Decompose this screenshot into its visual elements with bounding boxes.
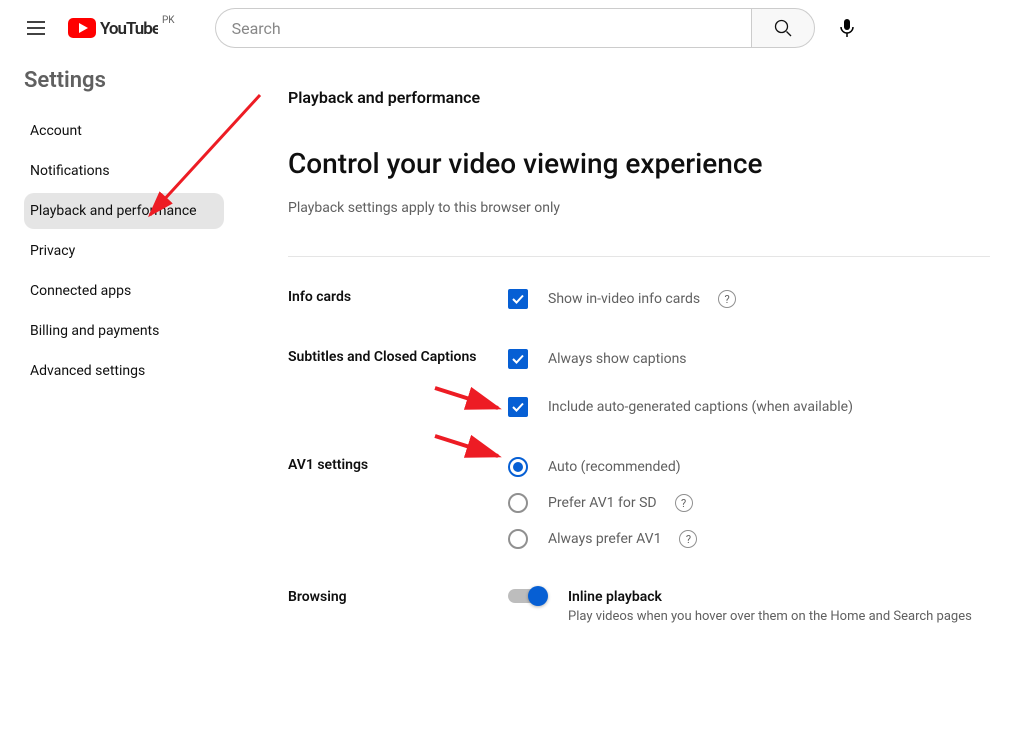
help-icon[interactable]: ? [675, 494, 693, 512]
main: Playback and performance Control your vi… [240, 56, 990, 664]
radio-av1-sd[interactable] [508, 493, 528, 513]
toggle-title: Inline playback [568, 589, 972, 605]
country-code: PK [162, 15, 175, 26]
setting-controls: Inline playback Play videos when you hov… [508, 589, 990, 624]
help-icon[interactable]: ? [679, 530, 697, 548]
microphone-icon [835, 16, 859, 40]
search-form [215, 8, 815, 48]
sidebar-item-notifications[interactable]: Notifications [24, 153, 224, 189]
control-row: Auto (recommended) [508, 457, 990, 477]
control-label: Include auto-generated captions (when av… [548, 399, 853, 415]
control-row: Show in-video info cards ? [508, 289, 990, 309]
voice-search-button[interactable] [827, 8, 867, 48]
setting-label: Browsing [288, 589, 508, 624]
separator [288, 256, 990, 257]
setting-label: Info cards [288, 289, 508, 309]
sidebar: Settings Account Notifications Playback … [0, 56, 240, 664]
toggle-description: Play videos when you hover over them on … [568, 609, 972, 624]
sidebar-item-connected-apps[interactable]: Connected apps [24, 273, 224, 309]
control-label: Auto (recommended) [548, 459, 681, 475]
control-row: Include auto-generated captions (when av… [508, 397, 990, 417]
control-label: Always show captions [548, 351, 687, 367]
setting-controls: Show in-video info cards ? [508, 289, 990, 309]
control-row: Always prefer AV1 ? [508, 529, 990, 549]
setting-label: Subtitles and Closed Captions [288, 349, 508, 417]
sidebar-title: Settings [24, 68, 240, 93]
setting-info-cards: Info cards Show in-video info cards ? [288, 289, 990, 309]
checkbox-show-info-cards[interactable] [508, 289, 528, 309]
content: Settings Account Notifications Playback … [0, 56, 1021, 664]
checkbox-always-show-captions[interactable] [508, 349, 528, 369]
youtube-logo-icon: YouTube [68, 18, 158, 38]
checkbox-auto-captions[interactable] [508, 397, 528, 417]
setting-controls: Always show captions Include auto-genera… [508, 349, 990, 417]
sidebar-item-playback[interactable]: Playback and performance [24, 193, 224, 229]
setting-subtitles: Subtitles and Closed Captions Always sho… [288, 349, 990, 417]
sidebar-item-account[interactable]: Account [24, 113, 224, 149]
check-icon [511, 400, 525, 414]
control-row: Inline playback Play videos when you hov… [508, 589, 990, 624]
page-title: Control your video viewing experience [288, 147, 990, 180]
control-row: Always show captions [508, 349, 990, 369]
svg-text:YouTube: YouTube [100, 19, 158, 38]
control-label: Show in-video info cards [548, 291, 700, 307]
toggle-inline-playback[interactable] [508, 589, 544, 603]
help-icon[interactable]: ? [718, 290, 736, 308]
setting-label: AV1 settings [288, 457, 508, 549]
radio-av1-always[interactable] [508, 529, 528, 549]
page-breadcrumb: Playback and performance [288, 88, 990, 107]
check-icon [511, 352, 525, 366]
check-icon [511, 292, 525, 306]
control-label: Prefer AV1 for SD [548, 495, 657, 511]
radio-av1-auto[interactable] [508, 457, 528, 477]
hamburger-menu[interactable] [16, 8, 56, 48]
page-description: Playback settings apply to this browser … [288, 200, 990, 216]
toggle-text-block: Inline playback Play videos when you hov… [568, 589, 972, 624]
setting-controls: Auto (recommended) Prefer AV1 for SD ? A… [508, 457, 990, 549]
topbar: YouTube PK [0, 0, 1021, 56]
control-row: Prefer AV1 for SD ? [508, 493, 990, 513]
sidebar-item-advanced[interactable]: Advanced settings [24, 353, 224, 389]
youtube-logo[interactable]: YouTube PK [68, 18, 175, 38]
search-button[interactable] [751, 8, 815, 48]
sidebar-item-billing[interactable]: Billing and payments [24, 313, 224, 349]
setting-browsing: Browsing Inline playback Play videos whe… [288, 589, 990, 624]
control-label: Always prefer AV1 [548, 531, 661, 547]
hamburger-icon [24, 16, 48, 40]
search-input[interactable] [215, 8, 751, 48]
sidebar-item-privacy[interactable]: Privacy [24, 233, 224, 269]
setting-av1: AV1 settings Auto (recommended) Prefer A… [288, 457, 990, 549]
search-icon [771, 16, 795, 40]
